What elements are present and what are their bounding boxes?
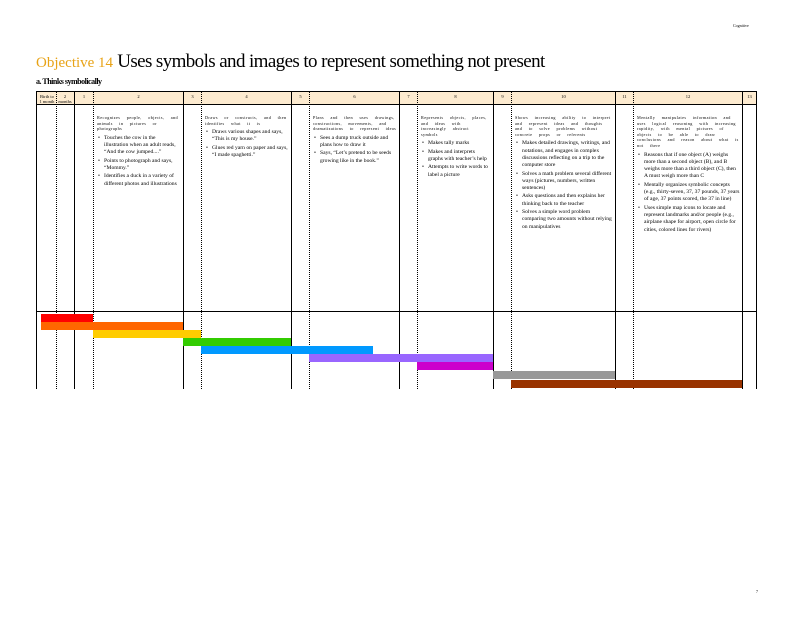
- header-12: 12: [685, 94, 691, 99]
- gray-band: [493, 371, 615, 379]
- example-item: Makes and interprets graphs with teacher…: [422, 149, 491, 164]
- example-item: Identifies a duck in a variety of differ…: [98, 173, 181, 188]
- header-8: 8: [454, 94, 457, 99]
- example-item: Mentally organizes symbolic concepts (e.…: [638, 182, 740, 204]
- header-birth: Birth to 1 month: [39, 94, 55, 104]
- level-intro: Mentally manipulates information and use…: [637, 115, 739, 148]
- level-12-indicators: Mentally manipulates information and use…: [637, 115, 740, 235]
- header-4: 4: [245, 94, 248, 99]
- objective-heading: Objective 14 Uses symbols and images to …: [36, 51, 545, 73]
- example-item: Attempts to write words to label a pictu…: [422, 164, 491, 179]
- green-band: [183, 338, 291, 346]
- level-intro: Represents objects, places, and ideas wi…: [421, 115, 487, 137]
- header-1: 1: [82, 94, 86, 99]
- red-band: [41, 314, 93, 322]
- yellow-band: [93, 330, 201, 338]
- example-item: Solves a math problem several different …: [516, 171, 613, 193]
- example-item: Reasons that if one object (A) weighs mo…: [638, 152, 740, 181]
- level-intro: Recognizes people, objects, and animals …: [97, 115, 179, 132]
- header-2: 2: [137, 94, 140, 99]
- header-9: 9: [501, 94, 504, 99]
- objective-title: Uses symbols and images to represent som…: [117, 51, 545, 72]
- example-item: Solves a simple word problem comparing t…: [516, 209, 613, 231]
- magenta-band: [417, 362, 493, 370]
- brown-band: [511, 380, 742, 388]
- blue-band: [201, 346, 373, 354]
- header-6: 6: [353, 94, 356, 99]
- orange-band: [41, 322, 183, 330]
- level-intro: Draws or constructs, and then identifies…: [205, 115, 287, 126]
- objective-label: Objective 14: [36, 55, 114, 71]
- example-item: Makes detailed drawings, writings, and n…: [516, 140, 613, 169]
- header-11: 11: [622, 94, 627, 99]
- example-item: Points to photograph and says, “Mommy.”: [98, 158, 181, 173]
- level-6-indicators: Plans and then uses drawings, constructi…: [313, 115, 397, 166]
- example-item: Makes tally marks: [422, 140, 491, 148]
- level-10-indicators: Shows increasing ability to interpret an…: [515, 115, 613, 232]
- example-item: Glues red yarn on paper and says, “I mad…: [206, 145, 289, 160]
- level-8-indicators: Represents objects, places, and ideas wi…: [421, 115, 491, 180]
- example-item: Says, “Let’s pretend to be seeds growing…: [314, 150, 397, 165]
- level-4-indicators: Draws or constructs, and then identifies…: [205, 115, 289, 160]
- page-number: 7: [756, 589, 758, 594]
- header-7: 7: [407, 94, 410, 99]
- header-13: 13: [747, 94, 752, 99]
- progression-chart: Birth to 1 month 2 months 1 2 3 4 5 6 7 …: [36, 91, 757, 389]
- header-2-months: 2 months: [58, 94, 72, 104]
- header-10: 10: [561, 94, 566, 99]
- purple-band: [309, 354, 493, 362]
- header-5: 5: [299, 94, 302, 99]
- example-item: Draws various shapes and says, “This is …: [206, 129, 289, 144]
- example-item: Uses simple map icons to locate and repr…: [638, 205, 740, 234]
- example-item: Asks questions and then explains her thi…: [516, 193, 613, 208]
- level-2-indicators: Recognizes people, objects, and animals …: [97, 115, 181, 189]
- sub-objective-label: a. Thinks symbolically: [36, 77, 102, 86]
- level-intro: Shows increasing ability to interpret an…: [515, 115, 611, 137]
- header-3: 3: [191, 94, 194, 99]
- level-intro: Plans and then uses drawings, constructi…: [313, 115, 397, 132]
- page-corner-label: Cognitive: [733, 23, 749, 28]
- example-item: Sees a dump truck outside and plans how …: [314, 135, 397, 150]
- example-item: Touches the cow in the illustration when…: [98, 135, 181, 157]
